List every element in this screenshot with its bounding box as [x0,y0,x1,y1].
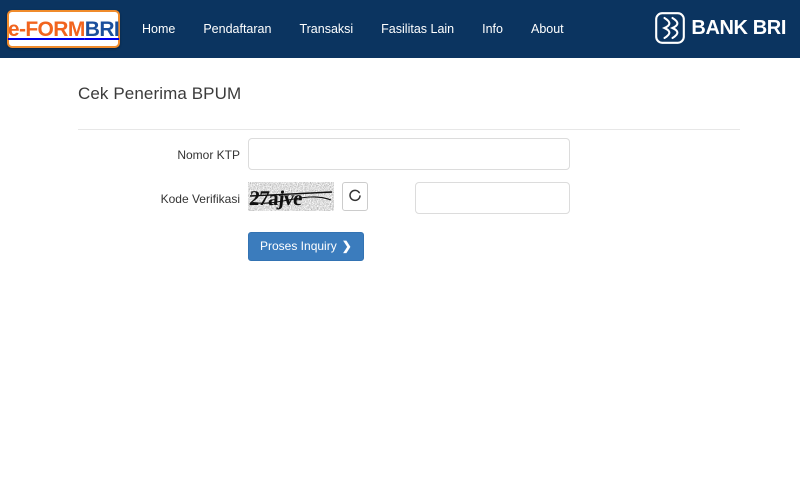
label-kode-verifikasi: Kode Verifikasi [160,192,240,206]
main-navigation: Home Pendaftaran Transaksi Fasilitas Lai… [128,0,578,58]
nav-transaksi[interactable]: Transaksi [285,0,367,58]
captcha-group: 27ajve [248,182,369,211]
chevron-right-icon: ❯ [341,239,352,253]
title-divider [78,129,740,130]
brand-logo-text: e-FORMBRI [7,17,120,41]
nav-home[interactable]: Home [128,0,189,58]
captcha-image-svg: 27ajve [248,182,334,211]
proses-inquiry-label: Proses Inquiry [260,239,337,253]
page-title: Cek Penerima BPUM [78,84,242,103]
nav-info[interactable]: Info [468,0,517,58]
nomor-ktp-input[interactable] [248,138,570,170]
cek-penerima-bpum-form: Nomor KTP Kode Verifikasi 27ajve Proses … [0,138,800,266]
refresh-icon [349,189,362,202]
bank-bri-label: BANK BRI [691,17,786,39]
label-nomor-ktp: Nomor KTP [177,148,240,162]
bank-bri-logo: BANK BRI [655,11,786,45]
brand-logo-eform-text: e-FORM [7,17,86,41]
brand-logo-bri-text: BRI [84,17,120,41]
bank-bri-logo-icon [655,12,686,44]
captcha-image: 27ajve [248,182,334,211]
captcha-refresh-button[interactable] [342,182,369,211]
captcha-answer-wrap [415,182,570,214]
nav-about[interactable]: About [517,0,578,58]
kode-verifikasi-input[interactable] [415,182,570,214]
brand-logo-eform-bri[interactable]: e-FORMBRI [7,10,120,48]
nav-fasilitas-lain[interactable]: Fasilitas Lain [367,0,468,58]
form-row-kode-verifikasi: Kode Verifikasi 27ajve [0,182,800,226]
ktp-input-wrap [248,138,570,170]
form-row-submit: Proses Inquiry ❯ [0,226,800,266]
nav-pendaftaran[interactable]: Pendaftaran [189,0,285,58]
captcha-text: 27ajve [248,186,303,210]
form-row-ktp: Nomor KTP [0,138,800,182]
proses-inquiry-button[interactable]: Proses Inquiry ❯ [248,232,364,261]
top-navbar: e-FORMBRI Home Pendaftaran Transaksi Fas… [0,0,800,58]
